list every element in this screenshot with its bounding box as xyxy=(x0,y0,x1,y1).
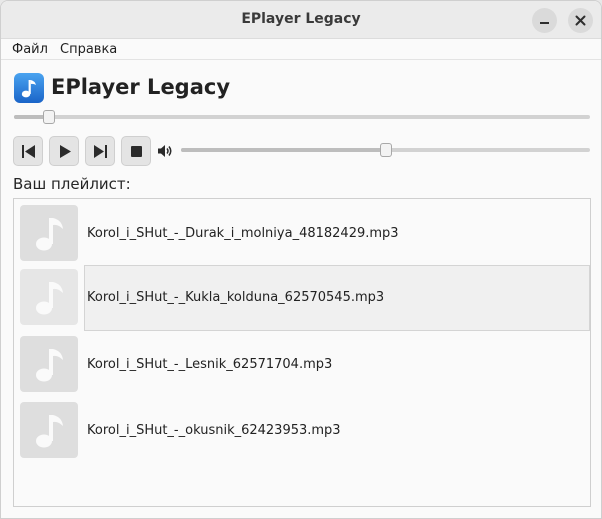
title-bar: EPlayer Legacy xyxy=(1,1,601,39)
playlist-item-selected[interactable]: Korol_i_SHut_-_Kukla_kolduna_62570545.mp… xyxy=(20,265,590,331)
minimize-button[interactable] xyxy=(532,8,557,33)
window-title: EPlayer Legacy xyxy=(241,11,361,27)
track-name: Korol_i_SHut_-_Kukla_kolduna_62570545.mp… xyxy=(87,290,385,305)
next-track-button[interactable] xyxy=(85,136,115,166)
music-note-icon xyxy=(20,269,78,325)
menu-file[interactable]: Файл xyxy=(12,41,48,58)
playlist-item[interactable]: Korol_i_SHut_-_Durak_i_molniya_48182429.… xyxy=(20,205,590,265)
seek-handle[interactable] xyxy=(43,110,55,124)
music-note-icon xyxy=(20,402,78,458)
volume-handle[interactable] xyxy=(380,143,392,157)
track-name: Korol_i_SHut_-_okusnik_62423953.mp3 xyxy=(87,423,341,438)
volume-icon[interactable] xyxy=(156,142,174,160)
seek-bar[interactable] xyxy=(14,115,590,119)
volume-slider-fill xyxy=(181,148,386,152)
app-logo-icon xyxy=(14,73,44,103)
minimize-icon xyxy=(540,22,549,24)
playlist: Korol_i_SHut_-_Durak_i_molniya_48182429.… xyxy=(13,198,591,507)
music-note-icon xyxy=(20,336,78,392)
playlist-item[interactable]: Korol_i_SHut_-_okusnik_62423953.mp3 xyxy=(20,402,590,462)
previous-track-button[interactable] xyxy=(13,136,43,166)
play-button[interactable] xyxy=(49,136,79,166)
close-button[interactable] xyxy=(568,8,593,33)
music-note-icon xyxy=(20,205,78,261)
track-name: Korol_i_SHut_-_Lesnik_62571704.mp3 xyxy=(87,357,333,372)
skip-next-icon xyxy=(94,145,107,158)
menu-bar: Файл Справка xyxy=(1,39,601,60)
playlist-item[interactable]: Korol_i_SHut_-_Lesnik_62571704.mp3 xyxy=(20,336,590,396)
app-title: EPlayer Legacy xyxy=(51,75,231,99)
track-name: Korol_i_SHut_-_Durak_i_molniya_48182429.… xyxy=(87,226,399,241)
stop-button[interactable] xyxy=(121,136,151,166)
stop-icon xyxy=(131,146,142,157)
skip-previous-icon xyxy=(22,145,35,158)
playlist-label: Ваш плейлист: xyxy=(13,175,131,193)
menu-help[interactable]: Справка xyxy=(60,41,117,58)
play-icon xyxy=(60,145,71,158)
close-icon xyxy=(575,15,586,26)
app-window: EPlayer Legacy Файл Справка EPlayer Lega… xyxy=(0,0,602,519)
